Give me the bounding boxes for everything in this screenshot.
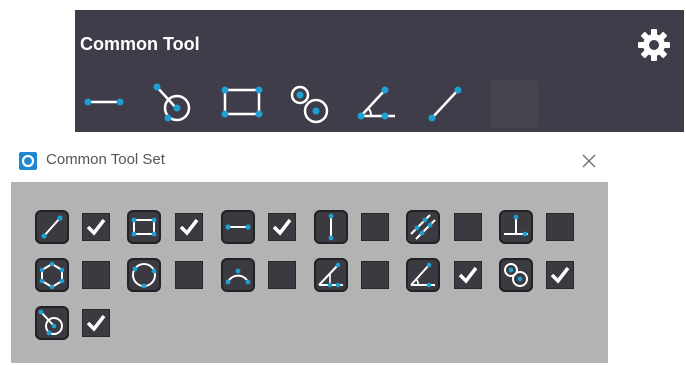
checkbox-triangle-angle[interactable] — [361, 261, 389, 289]
checkbox-polygon[interactable] — [82, 261, 110, 289]
tool-angle[interactable] — [406, 258, 440, 292]
tool-polygon[interactable] — [35, 258, 69, 292]
circle-tangent-icon — [38, 309, 63, 336]
two-circles-icon — [290, 85, 329, 124]
circle-tangent-icon — [153, 83, 191, 122]
tool-arc[interactable] — [221, 258, 255, 292]
line-icon — [225, 224, 251, 230]
circle-tangent-tool[interactable] — [150, 80, 198, 128]
tool-two-circles[interactable] — [499, 258, 533, 292]
tool-parallel-lines[interactable] — [406, 210, 440, 244]
polygon-icon — [39, 261, 65, 290]
checkmark-icon — [86, 314, 106, 332]
checkbox-circle[interactable] — [175, 261, 203, 289]
diagonal-line-icon — [428, 86, 462, 122]
dialog-title: Common Tool Set — [46, 151, 165, 168]
checkmark-icon — [272, 218, 292, 236]
triangle-angle-icon — [318, 262, 343, 288]
toolbar-title: Common Tool — [80, 34, 200, 54]
checkbox-perpendicular[interactable] — [546, 213, 574, 241]
tool-line[interactable] — [221, 210, 255, 244]
tool-diagonal-line[interactable] — [35, 210, 69, 244]
gear-icon[interactable] — [636, 27, 672, 63]
angle-icon — [410, 262, 435, 288]
checkbox-circle-tangent[interactable] — [82, 309, 110, 337]
tool-triangle-angle[interactable] — [314, 258, 348, 292]
diagonal-line-tool[interactable] — [422, 80, 470, 128]
tool-circle[interactable] — [127, 258, 161, 292]
checkbox-diagonal-line[interactable] — [82, 213, 110, 241]
rectangle-icon — [131, 217, 157, 237]
two-circles-tool[interactable] — [285, 80, 333, 128]
checkmark-icon — [86, 218, 106, 236]
empty-tool-slot[interactable] — [490, 80, 538, 128]
angle-icon — [357, 86, 395, 120]
app-icon — [19, 152, 37, 170]
checkbox-rectangle[interactable] — [175, 213, 203, 241]
checkmark-icon — [550, 266, 570, 284]
checkbox-vertical-line[interactable] — [361, 213, 389, 241]
arc-icon — [225, 268, 251, 285]
checkbox-line[interactable] — [268, 213, 296, 241]
checkbox-angle[interactable] — [454, 261, 482, 289]
tool-vertical-line[interactable] — [314, 210, 348, 244]
checkmark-icon — [179, 218, 199, 236]
circle-icon — [132, 263, 157, 289]
tool-rectangle[interactable] — [127, 210, 161, 244]
perpendicular-icon — [504, 214, 528, 237]
line-tool[interactable] — [80, 80, 128, 128]
checkbox-parallel-lines[interactable] — [454, 213, 482, 241]
diagonal-line-icon — [41, 215, 63, 239]
tool-circle-tangent[interactable] — [35, 306, 69, 340]
checkbox-two-circles[interactable] — [546, 261, 574, 289]
tool-set-panel — [11, 182, 608, 363]
tool-perpendicular[interactable] — [499, 210, 533, 244]
vertical-line-icon — [328, 213, 334, 241]
angle-tool[interactable] — [355, 80, 403, 128]
checkbox-arc[interactable] — [268, 261, 296, 289]
common-tool-toolbar: Common Tool — [75, 10, 684, 132]
rectangle-icon — [221, 86, 263, 118]
line-icon — [84, 98, 124, 106]
two-circles-icon — [504, 263, 528, 287]
close-icon[interactable] — [579, 151, 599, 171]
rectangle-tool[interactable] — [218, 80, 266, 128]
parallel-lines-icon — [410, 214, 436, 240]
checkmark-icon — [458, 266, 478, 284]
